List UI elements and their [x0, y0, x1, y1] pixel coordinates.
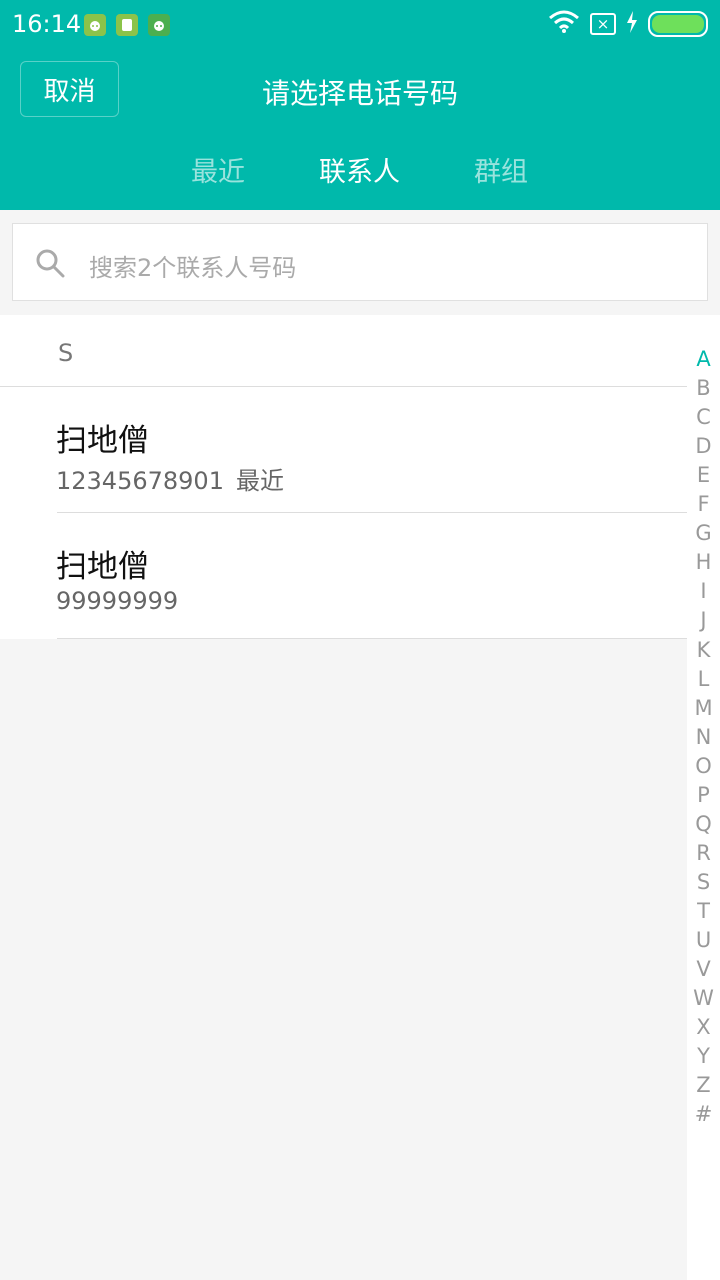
index-letter[interactable]: M: [687, 696, 720, 720]
status-right-icons: ×: [548, 10, 708, 38]
tab-bar: 最近 联系人 群组: [0, 150, 720, 194]
contact-list: S 扫地僧 12345678901 最近 扫地僧 99999999: [0, 315, 687, 639]
divider: [57, 638, 687, 639]
index-letter[interactable]: V: [687, 957, 720, 981]
index-letter[interactable]: I: [687, 579, 720, 603]
tab-groups[interactable]: 群组: [474, 150, 528, 189]
index-letter[interactable]: #: [687, 1102, 720, 1126]
index-letter[interactable]: Q: [687, 812, 720, 836]
status-time: 16:14: [12, 10, 82, 38]
header: 16:14 × 取消 请选择电话号码 最近 联系人 群组: [0, 0, 720, 210]
index-letter[interactable]: W: [687, 986, 720, 1010]
index-letter[interactable]: R: [687, 841, 720, 865]
charging-icon: [626, 11, 638, 37]
index-letter[interactable]: X: [687, 1015, 720, 1039]
index-letter[interactable]: S: [687, 870, 720, 894]
index-letter[interactable]: Y: [687, 1044, 720, 1068]
index-letter[interactable]: K: [687, 638, 720, 662]
android-app-icon: [84, 14, 106, 36]
notification-icons: [84, 14, 170, 36]
contact-name: 扫地僧: [56, 423, 149, 459]
contact-number: 99999999: [56, 587, 179, 615]
android-app-icon: [148, 14, 170, 36]
search-input[interactable]: 搜索2个联系人号码: [12, 223, 708, 301]
contact-meta: 12345678901 最近: [56, 461, 284, 496]
index-letter[interactable]: L: [687, 667, 720, 691]
index-letter[interactable]: N: [687, 725, 720, 749]
contact-recent-tag: 最近: [235, 467, 284, 495]
search-placeholder: 搜索2个联系人号码: [89, 254, 297, 282]
index-letter[interactable]: P: [687, 783, 720, 807]
contact-row[interactable]: 扫地僧 12345678901 最近: [0, 387, 687, 513]
tab-recent[interactable]: 最近: [191, 150, 245, 189]
sim-card-icon: [116, 14, 138, 36]
search-icon: [35, 248, 65, 282]
index-letter[interactable]: E: [687, 463, 720, 487]
index-letter[interactable]: U: [687, 928, 720, 952]
contact-number: 12345678901: [56, 467, 224, 495]
index-letter[interactable]: G: [687, 521, 720, 545]
index-letter[interactable]: B: [687, 376, 720, 400]
contact-row[interactable]: 扫地僧 99999999: [0, 513, 687, 639]
page-title: 请选择电话号码: [261, 77, 458, 110]
alphabet-index-bar[interactable]: A B C D E F G H I J K L M N O P Q R S T U V W X Y Z #: [687, 315, 720, 1280]
index-letter[interactable]: Z: [687, 1073, 720, 1097]
index-letter[interactable]: O: [687, 754, 720, 778]
index-letter[interactable]: C: [687, 405, 720, 429]
index-letter[interactable]: J: [687, 608, 720, 632]
section-header: S: [0, 315, 687, 387]
index-letter[interactable]: F: [687, 492, 720, 516]
wifi-icon: [548, 10, 580, 38]
index-letter[interactable]: H: [687, 550, 720, 574]
battery-icon: [648, 11, 708, 37]
contact-meta: 99999999: [56, 587, 178, 615]
index-letter[interactable]: A: [687, 347, 720, 371]
index-letter[interactable]: D: [687, 434, 720, 458]
no-sim-icon: ×: [590, 13, 616, 35]
tab-contacts[interactable]: 联系人: [319, 150, 400, 189]
contact-name: 扫地僧: [56, 549, 149, 585]
index-letter[interactable]: T: [687, 899, 720, 923]
section-letter: S: [58, 339, 74, 367]
